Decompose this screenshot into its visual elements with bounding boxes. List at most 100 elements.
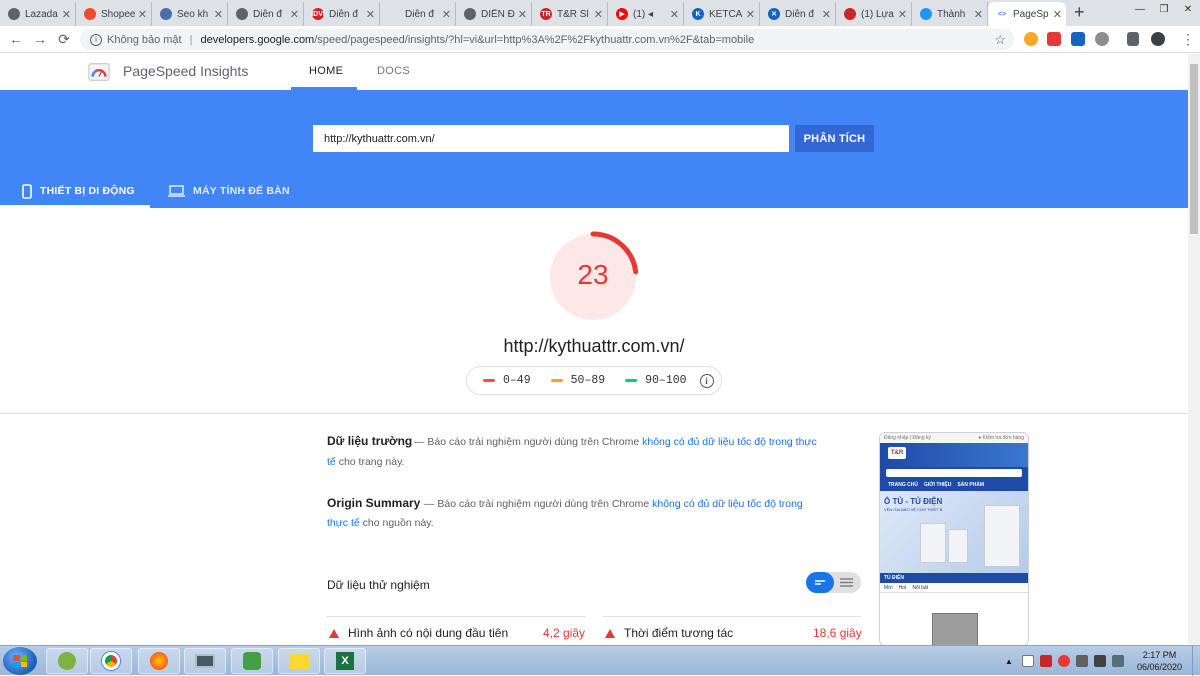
browser-tab[interactable]: Seo kh ✕ <box>152 2 228 26</box>
taskbar-app[interactable] <box>184 648 226 674</box>
tab-close-icon[interactable]: ✕ <box>822 8 831 21</box>
origin-summary-desc-prefix: Báo cáo trải nghiệm người dùng trên Chro… <box>437 498 650 510</box>
browser-tab[interactable]: ▶ (1) ◂ ✕ <box>608 2 684 26</box>
taskbar-explorer[interactable] <box>278 648 320 674</box>
tab-title: Shopee <box>101 8 135 20</box>
forward-button[interactable]: → <box>28 31 52 47</box>
view-toggle-summary[interactable] <box>806 572 834 593</box>
analysis-hero: PHÂN TÍCH THIẾT BỊ DI ĐỘNG MÁY TÍNH ĐỂ B… <box>0 90 1188 208</box>
menu-kebab-icon[interactable]: ⋮ <box>1176 31 1200 48</box>
back-button[interactable]: ← <box>4 31 28 47</box>
tray-icon[interactable] <box>1021 655 1034 667</box>
browser-tab[interactable]: Diễn đ ✕ <box>228 2 304 26</box>
tray-icon[interactable] <box>1057 655 1070 667</box>
page-scrollbar[interactable] <box>1188 54 1200 644</box>
browser-tab[interactable]: TR T&R Sl ✕ <box>532 2 608 26</box>
taskbar-app[interactable] <box>46 648 88 674</box>
url-path: /speed/pagespeed/insights/?hl=vi&url=htt… <box>314 33 755 46</box>
volume-icon[interactable] <box>1111 655 1124 667</box>
browser-tab[interactable]: ✕ Diễn đ ✕ <box>760 2 836 26</box>
start-button[interactable] <box>3 647 37 675</box>
browser-tab[interactable]: Lazada ✕ <box>0 2 76 26</box>
legend-average: 50–89 <box>550 374 605 387</box>
omnibox[interactable]: i Không bảo mật | developers.google.com/… <box>80 29 1014 50</box>
tab-close-icon[interactable]: ✕ <box>746 8 755 21</box>
analyze-button[interactable]: PHÂN TÍCH <box>795 125 874 152</box>
browser-tab[interactable]: K KETCA ✕ <box>684 2 760 26</box>
nav-home[interactable]: HOME <box>309 65 343 77</box>
origin-summary-link[interactable]: không có đủ dữ liệu tốc độ trong <box>652 498 803 510</box>
thumb-search-box <box>886 469 1022 477</box>
extension-icon[interactable] <box>1095 32 1109 46</box>
taskbar-chrome[interactable] <box>90 648 132 674</box>
tab-close-icon[interactable]: ✕ <box>442 8 451 21</box>
tab-close-icon[interactable]: ✕ <box>898 8 907 21</box>
new-tab-button[interactable]: + <box>1066 0 1093 26</box>
app-icon <box>243 652 261 670</box>
metric-fcp: Hình ảnh có nội dung đầu tiên <box>329 626 508 640</box>
taskbar-app[interactable] <box>231 648 273 674</box>
origin-summary-desc-suffix: cho nguồn này. <box>362 517 434 529</box>
tab-close-icon[interactable]: ✕ <box>366 8 375 21</box>
taskbar-clock[interactable]: 2:17 PM 06/06/2020 <box>1127 649 1192 673</box>
metric-tti-value: 18,6 giây <box>813 626 862 640</box>
reading-list-icon[interactable] <box>1127 32 1139 46</box>
site-info-icon[interactable]: i <box>90 33 102 46</box>
scrollbar-thumb[interactable] <box>1190 64 1198 234</box>
tray-icon[interactable] <box>1075 655 1088 667</box>
tray-icon[interactable] <box>1039 655 1052 667</box>
reload-button[interactable]: ⟳ <box>52 31 76 48</box>
field-data-link[interactable]: không có đủ dữ liệu tốc độ trong thực <box>642 436 817 448</box>
tab-close-icon[interactable]: ✕ <box>290 8 299 21</box>
bookmark-star-icon[interactable]: ☆ <box>994 32 1006 48</box>
tab-close-icon[interactable]: ✕ <box>974 8 983 21</box>
network-icon[interactable] <box>1093 655 1106 667</box>
field-data-link-cont[interactable]: tế <box>327 456 336 468</box>
legend-poor: 0–49 <box>483 374 531 387</box>
nav-docs[interactable]: DOCS <box>377 65 410 77</box>
thumb-subtabs: Mới Hot Nổi bật <box>880 583 1028 593</box>
browser-tab[interactable]: IDVI Diễn đ ✕ <box>304 2 380 26</box>
page-screenshot-thumbnail: Đăng nhập | Đăng ký ● Kiểm tra đơn hàng T… <box>879 432 1029 646</box>
thumb-cabinet <box>948 529 968 563</box>
tab-close-icon[interactable]: ✕ <box>62 8 71 21</box>
tab-close-icon[interactable]: ✕ <box>138 8 147 21</box>
show-desktop-button[interactable] <box>1192 646 1200 676</box>
browser-tab[interactable]: Thành ✕ <box>912 2 988 26</box>
restore-button[interactable]: ❐ <box>1152 0 1176 18</box>
list-view-icon[interactable] <box>834 572 861 593</box>
tab-close-icon[interactable]: ✕ <box>670 8 679 21</box>
thumb-hero: Ô TỦ - TỦ ĐIỆN VÊN GIA BẢO VỆ CHO THIẾT … <box>880 491 1028 573</box>
close-window-button[interactable]: ✕ <box>1176 0 1200 18</box>
tab-mobile[interactable]: THIẾT BỊ DI ĐỘNG <box>0 174 150 208</box>
address-bar: ← → ⟳ i Không bảo mật | developers.googl… <box>0 26 1200 53</box>
url-input[interactable] <box>313 125 789 152</box>
tab-close-icon[interactable]: ✕ <box>594 8 603 21</box>
origin-summary-link-cont[interactable]: thực tế <box>327 517 360 529</box>
field-data-desc-suffix: cho trang này. <box>338 456 405 468</box>
taskbar-excel[interactable]: X <box>324 648 366 674</box>
view-toggle[interactable] <box>806 572 861 593</box>
metric-divider <box>603 616 861 617</box>
extension-icon[interactable] <box>1047 32 1061 46</box>
profile-avatar[interactable] <box>1151 32 1165 46</box>
extension-icon[interactable] <box>1071 32 1085 46</box>
url-text[interactable]: developers.google.com/speed/pagespeed/in… <box>200 34 754 46</box>
thumb-product-image <box>932 613 978 645</box>
browser-tab[interactable]: Shopee ✕ <box>76 2 152 26</box>
extension-icon[interactable] <box>1024 32 1038 46</box>
tab-close-icon[interactable]: ✕ <box>214 8 223 21</box>
tray-expand-icon[interactable]: ▲ <box>1005 657 1013 666</box>
browser-tab-active[interactable]: <> PageSp ✕ <box>988 2 1066 26</box>
tab-close-icon[interactable]: ✕ <box>1053 8 1062 21</box>
browser-tab[interactable]: (1) Lựa ✕ <box>836 2 912 26</box>
tab-close-icon[interactable]: ✕ <box>518 8 527 21</box>
legend-info-icon[interactable]: i <box>699 373 714 388</box>
browser-tab[interactable]: Diễn đ ✕ <box>380 2 456 26</box>
tab-desktop[interactable]: MÁY TÍNH ĐỂ BÀN <box>168 174 290 208</box>
taskbar-firefox[interactable] <box>138 648 180 674</box>
smartphone-icon <box>22 183 32 199</box>
thumb-cabinet <box>920 523 946 563</box>
minimize-button[interactable]: — <box>1128 0 1152 18</box>
browser-tab[interactable]: DIỄN Đ ✕ <box>456 2 532 26</box>
